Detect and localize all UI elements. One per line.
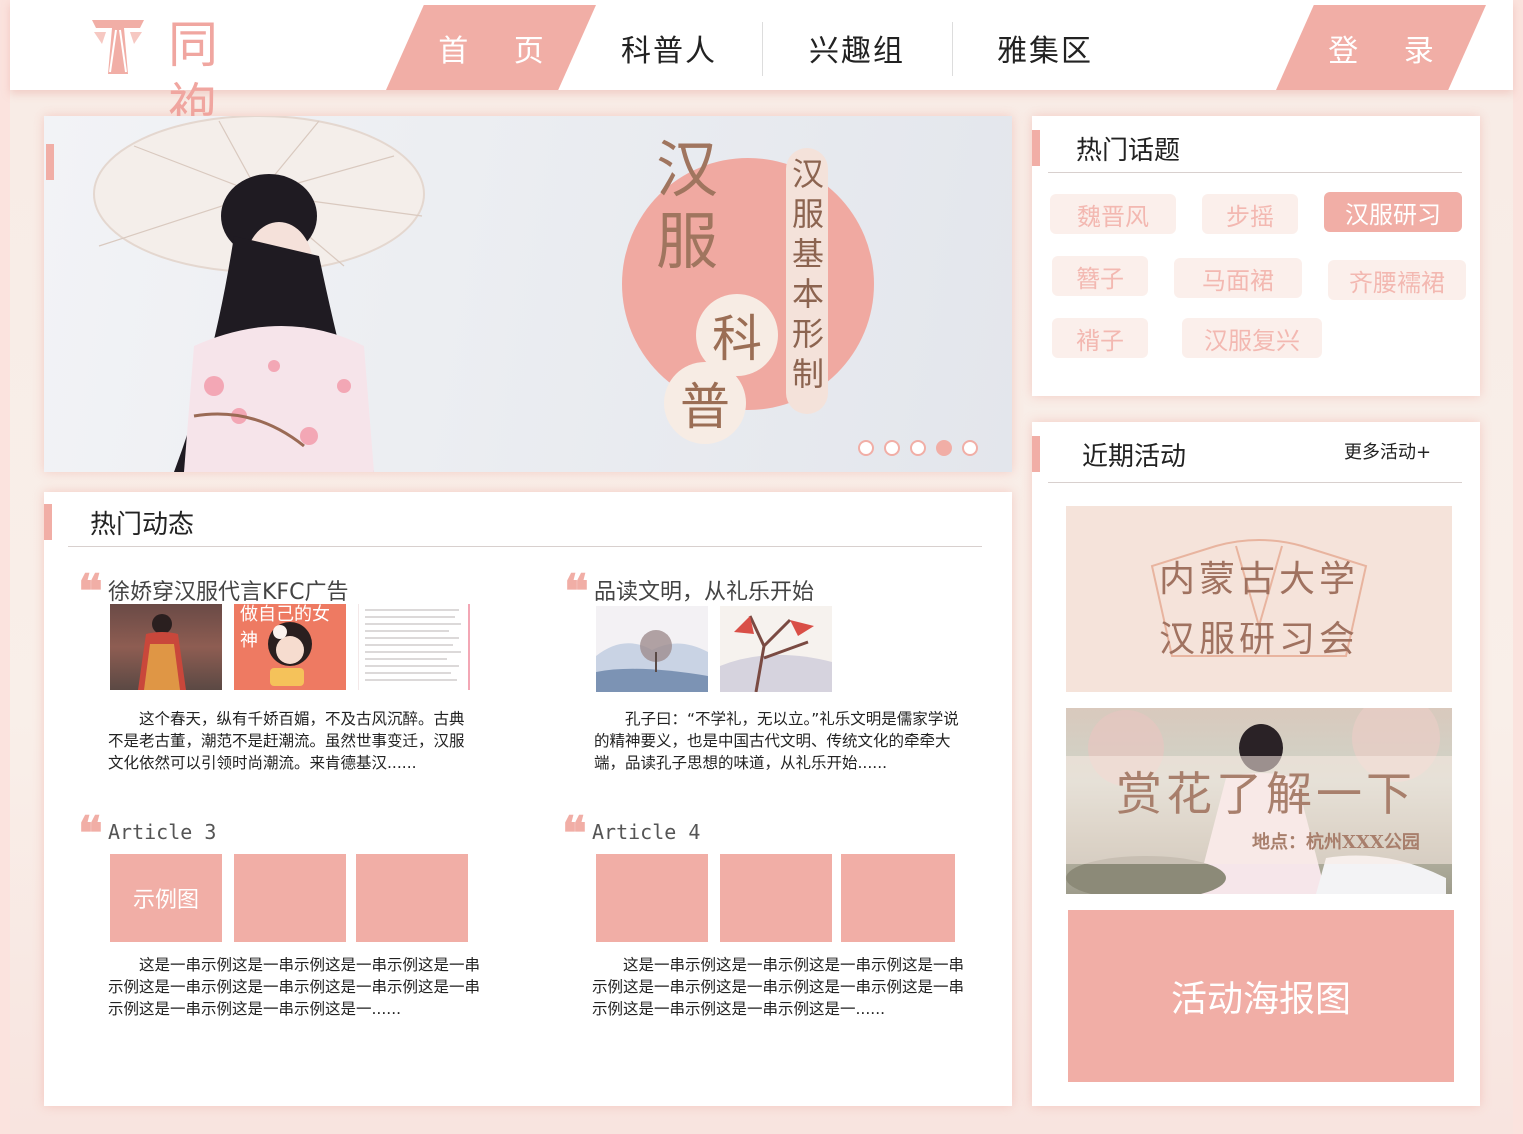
section-accent [1032,436,1040,472]
topic-tag[interactable]: 步摇 [1202,194,1298,234]
hanfu-logo-icon [92,20,144,74]
activity-location: 地点：杭州XXX公园 [1252,832,1420,853]
activity-title-line1: 内蒙古大学 [1158,559,1359,600]
nav-gathering[interactable]: 雅集区 [960,20,1130,76]
topic-tag[interactable]: 魏晋风 [1050,194,1176,234]
hot-feed-panel: 热门动态 ❝ 徐娇穿汉服代言KFC广告 做自己的女神 这个春天，纵有千娇百媚，不… [44,492,1012,1106]
post-image-placeholder[interactable] [720,854,832,942]
feed-post[interactable]: ❝ 徐娇穿汉服代言KFC广告 做自己的女神 这个春天，纵有千娇百媚，不及古风沉醉… [78,568,498,788]
nav-divider [952,22,953,76]
nav-divider [762,22,763,76]
activity-card-flower-viewing[interactable]: 赏花了解一下 地点：杭州XXX公园 [1066,708,1452,894]
nav-popular-science[interactable]: 科普人 [584,20,754,76]
activity-poster[interactable]: 活动海报图 [1068,910,1454,1082]
divider [68,546,982,547]
topic-tag[interactable]: 马面裙 [1174,258,1302,298]
carousel-dot[interactable] [910,440,926,456]
hot-topics-panel: 热门话题 魏晋风 步摇 汉服研习 簪子 马面裙 齐腰襦裙 褙子 汉服复兴 [1032,116,1480,396]
divider [1048,172,1462,173]
post-image-placeholder[interactable] [234,854,346,942]
more-activities-link[interactable]: 更多活动+ [1344,438,1431,464]
quote-icon: ❝ [562,806,587,860]
post-title[interactable]: 徐娇穿汉服代言KFC广告 [108,574,348,606]
quote-icon: ❝ [78,806,103,860]
banner-heading: 汉服 [656,133,719,278]
activity-title-line2: 汉服研习会 [1158,619,1359,660]
activity-card-workshop[interactable]: 内蒙古大学 汉服研习会 [1066,506,1452,692]
hanfu-girl-illustration [93,116,425,472]
carousel-dot-active[interactable] [936,440,952,456]
quote-icon: ❝ [564,564,589,618]
recent-activities-panel: 近期活动 更多活动+ 内蒙古大学 汉服研习会 赏花了解一下 地点：杭州XXX公园… [1032,422,1480,1106]
topic-tag[interactable]: 簪子 [1052,256,1148,296]
thumbnail-caption: 做自己的女神 [240,604,330,651]
divider [1048,482,1462,483]
post-excerpt: 这是一串示例这是一串示例这是一串示例这是一串示例这是一串示例这是一串示例这是一串… [592,956,965,1018]
post-image-placeholder[interactable] [841,854,955,942]
post-excerpt: 这是一串示例这是一串示例这是一串示例这是一串示例这是一串示例这是一串示例这是一串… [108,956,481,1018]
banner-circle-char: 普 [664,362,746,444]
text-page-thumbnail [365,604,470,690]
recent-activities-title: 近期活动 [1082,442,1187,472]
post-excerpt: 这个春天，纵有千娇百媚，不及古风沉醉。古典不是老古董，潮范不是赶潮流。虽然世事变… [108,710,465,772]
post-thumbnail[interactable] [596,606,708,692]
post-image-placeholder[interactable]: 示例图 [110,854,222,942]
tree-painting-thumbnail [720,615,832,692]
topic-tag[interactable]: 褙子 [1052,318,1148,358]
post-title[interactable]: Article 3 [108,820,216,844]
post-image-placeholder[interactable] [356,854,468,942]
post-thumbnail[interactable] [358,604,470,690]
post-thumbnail[interactable] [110,604,222,690]
hero-banner[interactable]: 汉服 汉服基本形制 科 普 [44,116,1012,472]
feed-post[interactable]: ❝ 品读文明，从礼乐开始 孔子曰：“不学礼，无以立。”礼乐文明是儒家学说的精神要… [564,568,984,788]
login-button[interactable]: 登 录 [1276,5,1486,90]
top-nav-bar: 同袍 首 页 科普人 兴趣组 雅集区 登 录 [10,0,1513,136]
section-accent [44,504,52,540]
feed-post[interactable]: ❝ Article 3 示例图 这是一串示例这是一串示例这是一串示例这是一串示例… [78,810,498,1030]
thumbnail-photo [138,614,186,690]
banner-subtitle: 汉服基本形制 [791,155,824,393]
carousel-dot[interactable] [884,440,900,456]
site-logo[interactable]: 同袍 [88,14,278,136]
nav-home[interactable]: 首 页 [386,5,596,90]
hot-topics-title: 热门话题 [1076,136,1181,166]
landscape-painting-thumbnail [596,630,708,692]
feed-post[interactable]: ❝ Article 4 这是一串示例这是一串示例这是一串示例这是一串示例这是一串… [562,810,982,1030]
topic-tag[interactable]: 齐腰襦裙 [1328,260,1466,300]
post-thumbnail[interactable] [720,606,832,692]
carousel-dots [858,440,978,456]
topic-tag-active[interactable]: 汉服研习 [1324,192,1462,232]
post-title[interactable]: Article 4 [592,820,700,844]
nav-interest-groups[interactable]: 兴趣组 [772,20,942,76]
carousel-dot[interactable] [858,440,874,456]
carousel-dot[interactable] [962,440,978,456]
post-excerpt: 孔子曰：“不学礼，无以立。”礼乐文明是儒家学说的精神要义，也是中国古代文明、传统… [594,710,959,772]
post-thumbnail[interactable]: 做自己的女神 [234,604,346,690]
topic-tag[interactable]: 汉服复兴 [1182,318,1322,358]
activity-title: 赏花了解一下 [1116,767,1416,821]
section-accent [1032,130,1040,166]
hot-feed-title: 热门动态 [90,510,195,540]
post-title[interactable]: 品读文明，从礼乐开始 [594,574,814,606]
quote-icon: ❝ [78,564,103,618]
post-image-placeholder[interactable] [596,854,708,942]
